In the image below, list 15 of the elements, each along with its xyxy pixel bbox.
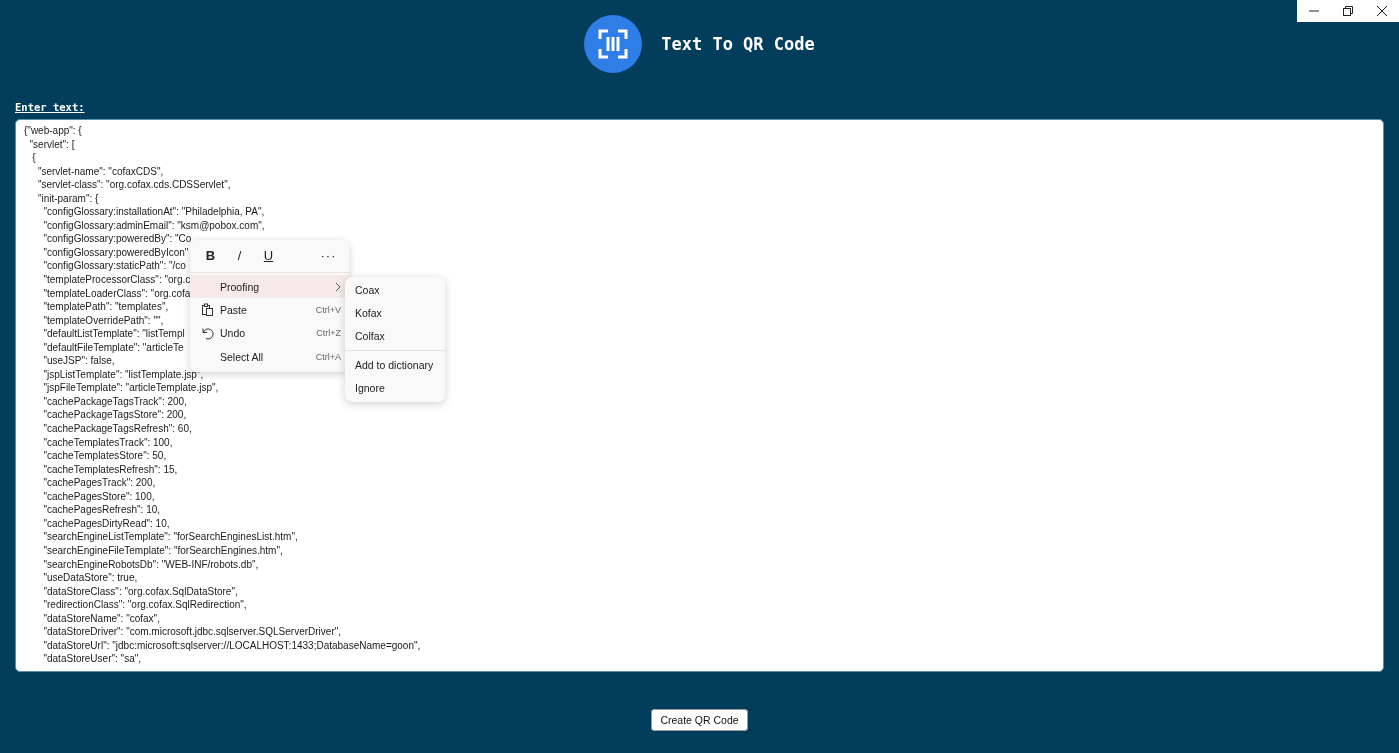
underline-button[interactable]: U [254, 241, 283, 269]
menu-item[interactable]: Ignore [345, 376, 445, 400]
bold-button[interactable]: B [196, 241, 225, 269]
create-qr-code-button[interactable]: Create QR Code [651, 709, 748, 731]
more-options-button[interactable]: ··· [314, 241, 343, 269]
italic-button[interactable]: / [225, 241, 254, 269]
chevron-right-icon [335, 281, 341, 292]
restore-icon [1343, 6, 1353, 16]
menu-item[interactable]: Proofing [190, 275, 349, 299]
app-title: Text To QR Code [661, 34, 815, 54]
close-icon [1377, 6, 1387, 16]
input-label: Enter text: [15, 101, 85, 113]
qr-scan-icon [584, 15, 643, 73]
undo-icon [201, 326, 214, 340]
clipboard-icon [201, 303, 214, 317]
